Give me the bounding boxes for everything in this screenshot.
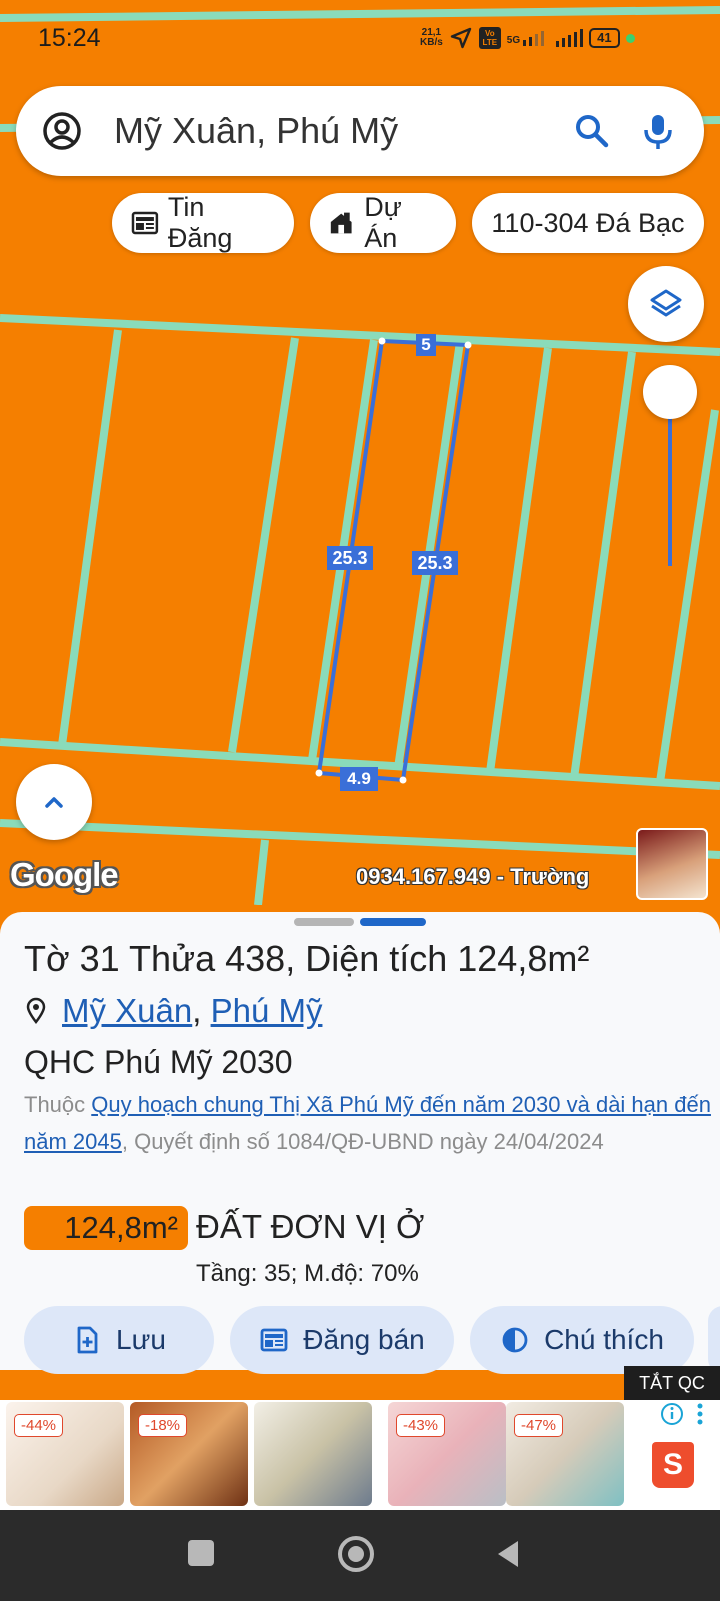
add-document-icon — [77, 1326, 98, 1354]
back-button[interactable] — [494, 1538, 522, 1570]
desc-suffix: , Quyết định số 1084/QĐ-UBND ngày 24/04/… — [121, 1129, 604, 1154]
chip-projects-label: Dự Án — [364, 192, 402, 253]
chip-listings-label: Tin Đăng — [167, 192, 233, 253]
dimension-left: 25.3 — [327, 546, 373, 570]
search-bar[interactable]: Mỹ Xuân, Phú Mỹ — [16, 86, 704, 176]
recents-button[interactable] — [188, 1540, 214, 1566]
layers-icon — [650, 289, 682, 317]
home-button[interactable] — [336, 1534, 376, 1574]
status-time: 15:24 — [38, 24, 101, 52]
location-pin-icon — [26, 997, 46, 1025]
privacy-indicator-icon — [625, 33, 635, 43]
battery-icon: 41 — [589, 28, 620, 48]
microphone-icon[interactable] — [638, 111, 678, 151]
location-arrow-icon — [450, 27, 471, 49]
search-input[interactable]: Mỹ Xuân, Phú Mỹ — [114, 110, 572, 152]
sheet-handle[interactable] — [294, 918, 354, 926]
dimension-top: 5 — [416, 334, 436, 356]
land-use-type: ĐẤT ĐƠN VỊ Ở — [196, 1208, 425, 1245]
ad-more-icon[interactable] — [694, 1402, 706, 1428]
newspaper-icon — [131, 211, 159, 235]
sheet-page-indicator — [360, 918, 426, 926]
map-watermark: 0934.167.949 - Trường — [356, 864, 590, 889]
net-speed: 21,1 KB/s — [420, 27, 443, 48]
ad-product-1[interactable]: -44% — [6, 1402, 124, 1506]
chip-listings[interactable]: Tin Đăng — [112, 192, 294, 253]
turn-off-ads-button[interactable]: TẮT QC — [624, 1366, 720, 1400]
listing-icon — [260, 1328, 288, 1352]
desc-prefix: Thuộc — [24, 1092, 92, 1117]
search-icon[interactable] — [572, 111, 612, 151]
dimension-right: 25.3 — [412, 551, 458, 575]
ad-product-2[interactable]: -18% — [130, 1402, 248, 1506]
save-button[interactable]: Lưu — [24, 1306, 214, 1374]
discount-badge-1: -44% — [14, 1414, 64, 1437]
ad-info-icon[interactable] — [660, 1402, 684, 1426]
save-label: Lưu — [116, 1324, 166, 1355]
google-logo: Google — [10, 856, 119, 893]
slider-handle[interactable] — [643, 365, 697, 419]
plan-description: Thuộc Quy hoạch chung Thị Xã Phú Mỹ đến … — [24, 1086, 714, 1160]
status-icons: 21,1 KB/s Vo LTE 5G 41 — [420, 26, 635, 50]
town-link[interactable]: Phú Mỹ — [211, 992, 323, 1030]
layers-button[interactable] — [628, 266, 704, 342]
chip-road[interactable]: 110-304 Đá Bạc — [472, 193, 704, 253]
chip-projects[interactable]: Dự Án — [310, 192, 456, 253]
more-actions-button[interactable] — [708, 1306, 720, 1374]
chip-road-label: 110-304 Đá Bạc — [491, 207, 685, 238]
shopee-logo[interactable]: S — [652, 1442, 694, 1488]
area-badge: 124,8m² — [24, 1206, 188, 1250]
plot-title: Tờ 31 Thửa 438, Diện tích 124,8m² — [24, 938, 590, 979]
ad-product-3[interactable] — [254, 1402, 372, 1506]
post-sale-button[interactable]: Đăng bán — [230, 1306, 454, 1374]
ad-product-4[interactable]: -43% — [388, 1402, 506, 1506]
legend-button[interactable]: Chú thích — [470, 1306, 694, 1374]
ad-product-5[interactable]: -47% — [506, 1402, 624, 1506]
contrast-icon — [502, 1327, 528, 1353]
commune-link[interactable]: Mỹ Xuân — [62, 992, 192, 1030]
chevron-up-icon — [45, 797, 63, 808]
plot-location: Mỹ Xuân , Phú Mỹ — [24, 992, 322, 1030]
legend-label: Chú thích — [544, 1324, 664, 1355]
post-sale-label: Đăng bán — [303, 1324, 425, 1355]
plan-title: QHC Phú Mỹ 2030 — [24, 1044, 293, 1080]
location-separator: , — [192, 992, 211, 1029]
signal-icon — [556, 29, 584, 47]
dimension-bottom: 4.9 — [340, 767, 378, 791]
density-info: Tầng: 35; M.độ: 70% — [196, 1260, 419, 1287]
expand-button[interactable] — [16, 764, 92, 840]
house-icon — [330, 212, 352, 234]
discount-badge-3: -43% — [396, 1414, 446, 1437]
account-icon[interactable] — [42, 111, 82, 151]
signal-5g-icon: 5G — [507, 30, 545, 46]
discount-badge-4: -47% — [514, 1414, 564, 1437]
volte-icon: Vo LTE — [478, 27, 501, 49]
map-ad-thumbnail[interactable] — [636, 828, 708, 900]
discount-badge-2: -18% — [138, 1414, 188, 1437]
